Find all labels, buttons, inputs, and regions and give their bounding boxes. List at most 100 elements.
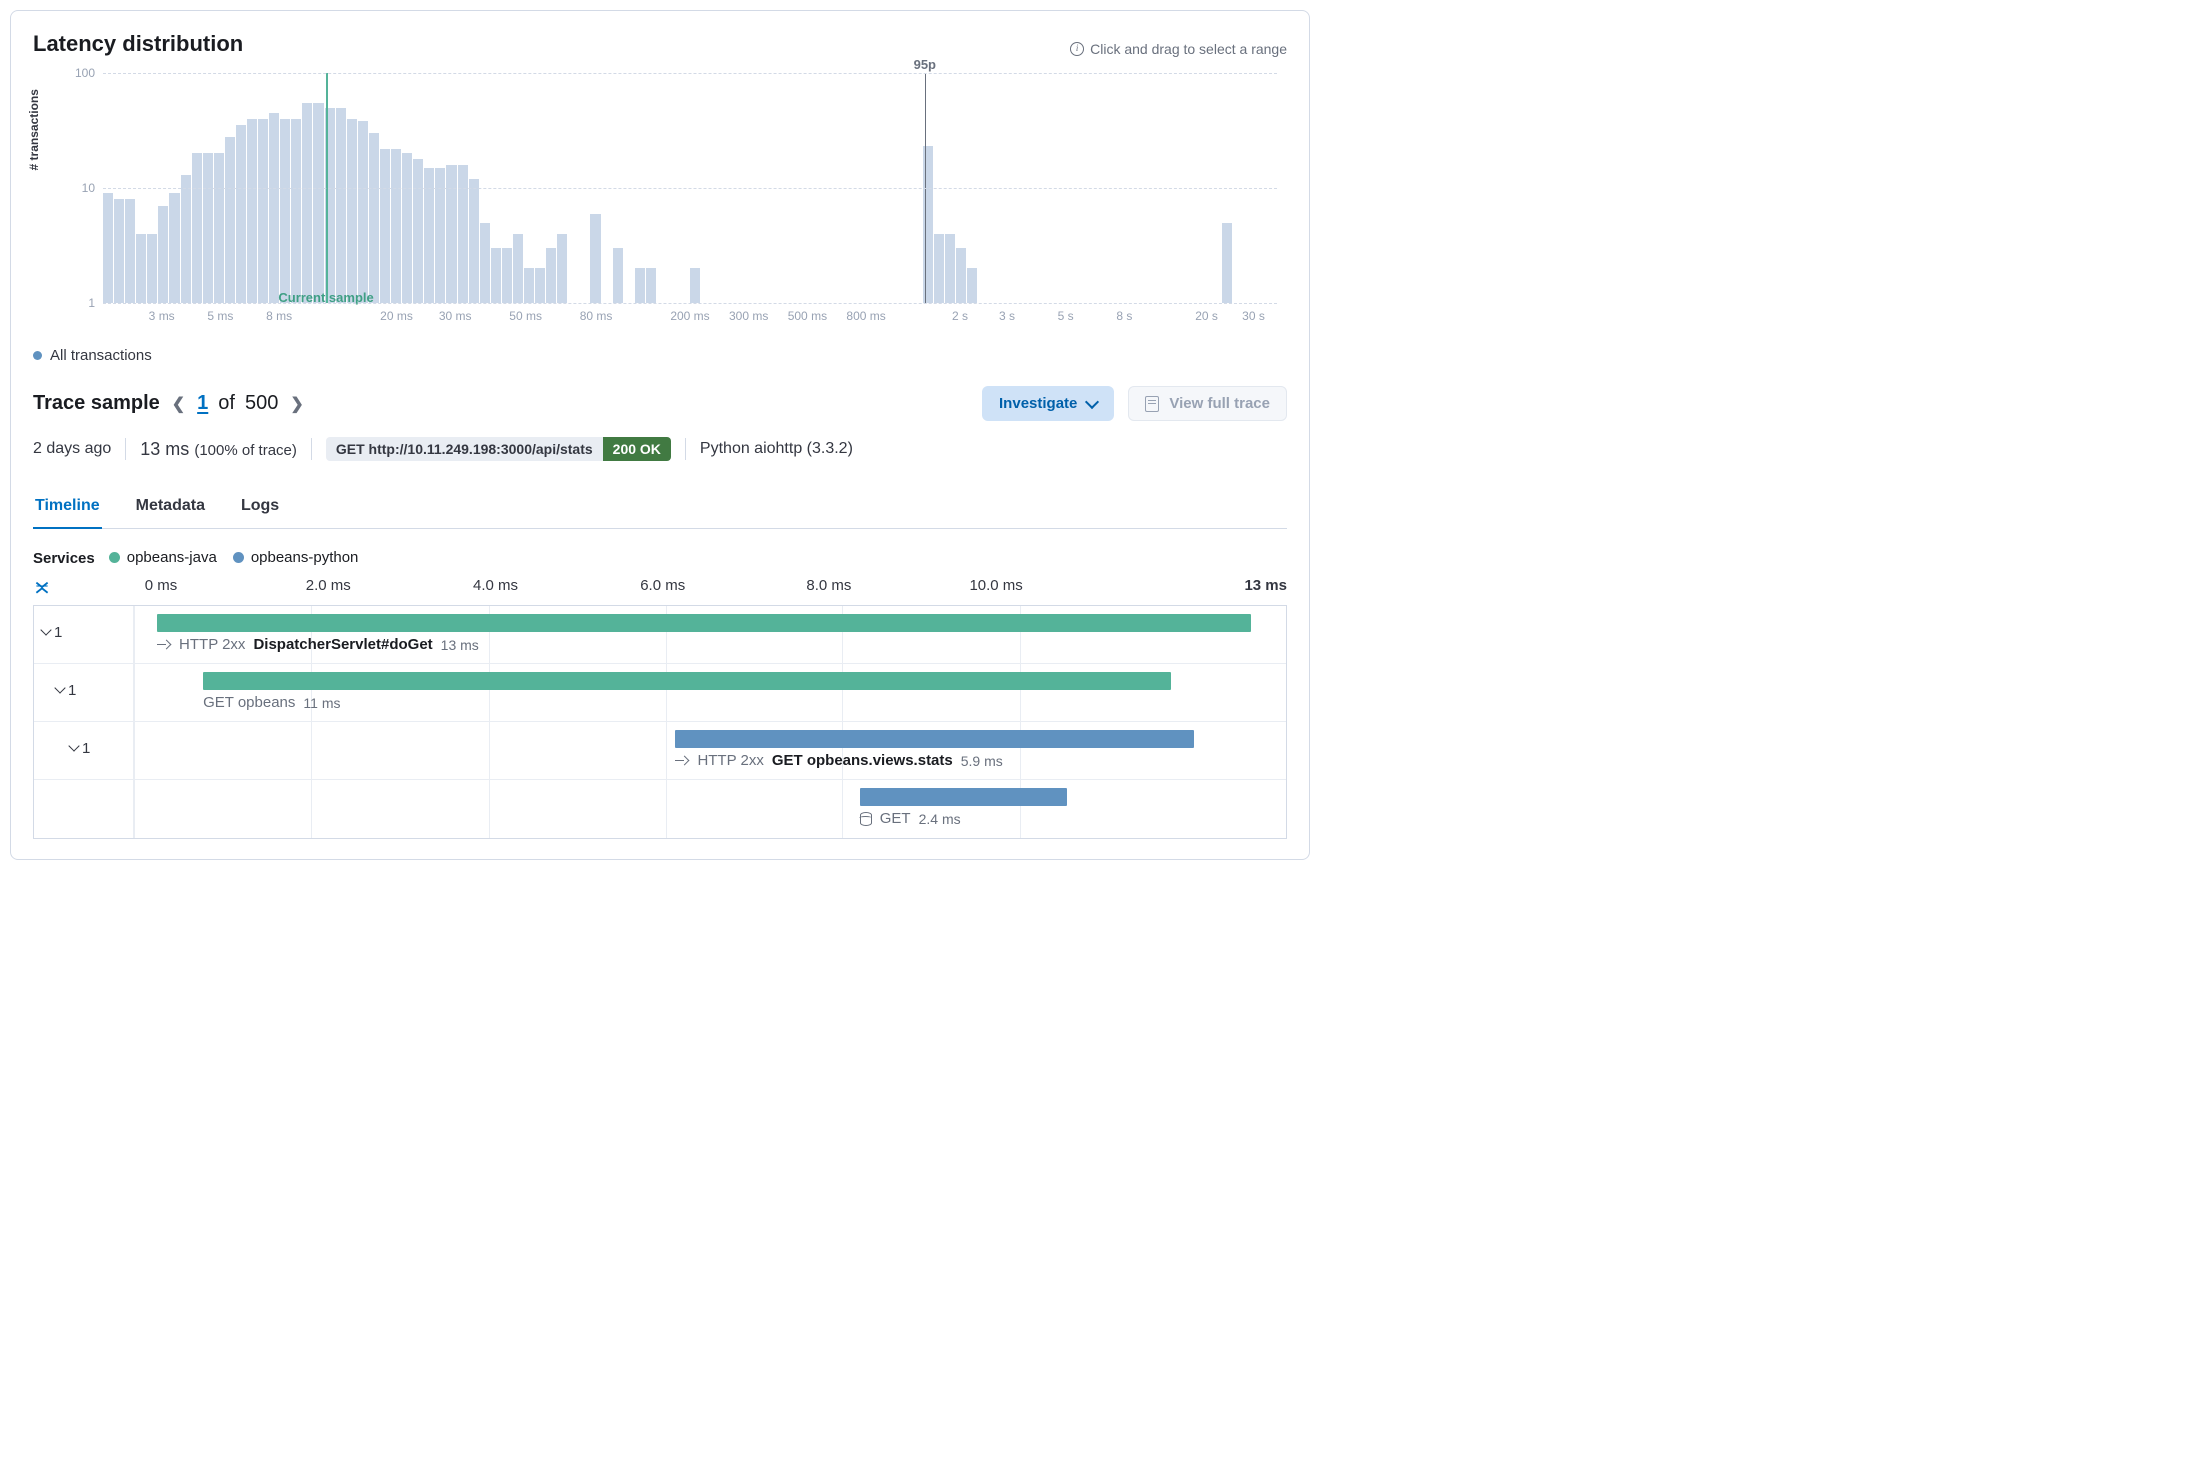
x-tick: 500 ms	[788, 309, 827, 323]
span-toggle[interactable]: 1	[34, 664, 134, 721]
waterfall: 1HTTP 2xxDispatcherServlet#doGet13 ms1GE…	[33, 605, 1287, 839]
y-tick: 100	[75, 66, 95, 80]
x-tick: 30 s	[1242, 309, 1265, 323]
histogram-bar	[114, 199, 124, 303]
span-row[interactable]: 1 HTTP 2xx DispatcherServlet#doGet 13 ms	[34, 606, 1286, 664]
agent-info: Python aiohttp (3.3.2)	[700, 440, 853, 458]
span-row[interactable]: GET 2.4 ms	[34, 780, 1286, 838]
x-tick: 300 ms	[729, 309, 768, 323]
timeline-tick: 10.0 ms	[969, 577, 1022, 594]
trace-age: 2 days ago	[33, 440, 111, 458]
x-tick: 20 ms	[380, 309, 413, 323]
panel-header: Latency distribution i Click and drag to…	[33, 31, 1287, 57]
span-bar[interactable]	[675, 730, 1193, 748]
span-lane: GET opbeans11 ms	[134, 664, 1286, 721]
plot-area[interactable]: Current sample 95p 110100	[103, 73, 1277, 303]
timeline-total: 13 ms	[1244, 577, 1287, 594]
histogram-bar	[546, 248, 556, 303]
latency-chart[interactable]: # transactions Current sample 95p 110100…	[33, 63, 1287, 343]
histogram-bar	[458, 165, 468, 303]
trace-duration-pct: (100% of trace)	[194, 442, 297, 459]
x-tick: 3 ms	[149, 309, 175, 323]
timeline-tick: 0 ms	[145, 577, 178, 594]
tab-timeline[interactable]: Timeline	[33, 487, 102, 529]
exit-span-icon	[157, 640, 171, 650]
service-name: opbeans-python	[251, 549, 359, 566]
page-total: 500	[245, 392, 278, 415]
service-color-icon	[233, 552, 244, 563]
divider	[311, 438, 312, 460]
timeline-scale-header: 13 ms 0 ms2.0 ms4.0 ms6.0 ms8.0 ms10.0 m…	[33, 577, 1287, 599]
x-tick: 8 ms	[266, 309, 292, 323]
histogram-bar	[147, 234, 157, 303]
histogram-bar	[291, 119, 301, 303]
current-page-link[interactable]: 1	[197, 392, 208, 415]
histogram-bar	[446, 165, 456, 303]
histogram-bar	[158, 206, 168, 303]
histogram-bar	[181, 175, 191, 303]
trace-tabs: Timeline Metadata Logs	[33, 487, 1287, 529]
prev-sample-button[interactable]: ❮	[170, 394, 187, 414]
services-label: Services	[33, 550, 95, 567]
document-icon	[1145, 396, 1159, 412]
investigate-button[interactable]: Investigate	[982, 386, 1114, 421]
trace-pagination: Trace sample ❮ 1 of 500 ❯	[33, 392, 306, 415]
span-toggle	[34, 780, 134, 838]
histogram-bar	[646, 268, 656, 303]
drag-hint: i Click and drag to select a range	[1070, 41, 1287, 57]
histogram-bar	[967, 268, 977, 303]
histogram-bar	[391, 149, 401, 303]
trace-sample-title: Trace sample	[33, 392, 160, 415]
divider	[685, 438, 686, 460]
p95-label: 95p	[914, 57, 936, 72]
divider	[125, 438, 126, 460]
service-name: opbeans-java	[127, 549, 217, 566]
view-full-trace-button[interactable]: View full trace	[1128, 386, 1287, 421]
histogram-bar	[956, 248, 966, 303]
histogram-bar	[136, 234, 146, 303]
span-row[interactable]: 1HTTP 2xxGET opbeans.views.stats5.9 ms	[34, 722, 1286, 780]
span-toggle[interactable]: 1	[34, 606, 134, 663]
span-name: DispatcherServlet#doGet	[253, 636, 432, 653]
histogram-bar	[690, 268, 700, 303]
tab-metadata[interactable]: Metadata	[134, 487, 207, 529]
timeline-scale: 13 ms 0 ms2.0 ms4.0 ms6.0 ms8.0 ms10.0 m…	[61, 577, 1287, 599]
span-duration: 2.4 ms	[919, 811, 961, 827]
histogram-bar	[258, 119, 268, 303]
y-axis-label: # transactions	[27, 89, 41, 170]
apm-panel: Latency distribution i Click and drag to…	[10, 10, 1310, 860]
histogram-bar	[203, 153, 213, 303]
chevron-down-icon	[54, 682, 65, 693]
span-child-count: 1	[54, 624, 62, 641]
collapse-all-icon[interactable]	[33, 577, 55, 599]
histogram-bar	[557, 234, 567, 303]
histogram-bar	[103, 193, 113, 303]
chevron-down-icon	[40, 624, 51, 635]
span-child-count: 1	[68, 682, 76, 699]
tab-logs[interactable]: Logs	[239, 487, 281, 529]
span-prefix: HTTP 2xx	[179, 636, 245, 653]
histogram-bar	[169, 193, 179, 303]
histogram-bar	[513, 234, 523, 303]
histogram-bar	[280, 119, 290, 303]
span-duration: 13 ms	[441, 637, 479, 653]
drag-hint-text: Click and drag to select a range	[1090, 41, 1287, 57]
panel-title: Latency distribution	[33, 31, 243, 57]
chevron-down-icon	[1085, 394, 1099, 408]
span-lane: HTTP 2xxGET opbeans.views.stats5.9 ms	[134, 722, 1286, 779]
x-tick: 5 ms	[207, 309, 233, 323]
timeline-tick: 2.0 ms	[306, 577, 351, 594]
span-bar[interactable]	[203, 672, 1171, 690]
span-bar[interactable]	[157, 614, 1251, 632]
span-row[interactable]: 1 GET opbeans11 ms	[34, 664, 1286, 722]
span-name: GET	[880, 810, 911, 827]
next-sample-button[interactable]: ❯	[288, 394, 305, 414]
span-bar[interactable]	[860, 788, 1067, 806]
chart-legend: All transactions	[33, 347, 1287, 364]
histogram-bar	[535, 268, 545, 303]
span-label: HTTP 2xx DispatcherServlet#doGet 13 ms	[157, 636, 479, 653]
exit-span-icon	[675, 756, 689, 766]
histogram-bar	[1222, 223, 1232, 303]
span-toggle[interactable]: 1	[34, 722, 134, 779]
histogram-bar	[214, 153, 224, 303]
